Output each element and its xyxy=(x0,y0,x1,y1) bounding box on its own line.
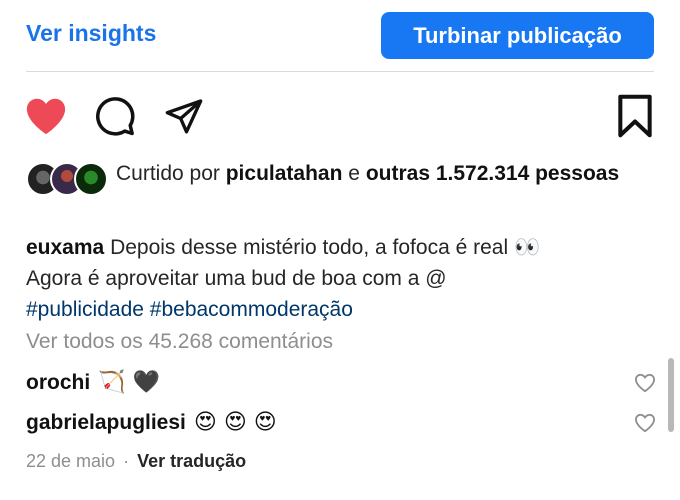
comment-text: 😍 😍 😍 xyxy=(193,410,277,435)
likes-connector: e xyxy=(348,162,360,185)
post-top-bar: Ver insights Turbinar publicação xyxy=(0,0,680,72)
comment-text: 🏹 🖤 xyxy=(98,370,160,395)
comment-username[interactable]: gabrielapugliesi xyxy=(26,411,186,434)
share-icon[interactable] xyxy=(162,96,206,136)
hashtag-link[interactable]: #bebacommoderação xyxy=(150,298,353,321)
boost-post-button[interactable]: Turbinar publicação xyxy=(381,12,654,59)
caption-line-1: euxama Depois desse mistério todo, a fof… xyxy=(26,232,656,263)
post-footer: 22 de maio · Ver tradução xyxy=(26,449,246,473)
comment-icon[interactable] xyxy=(94,95,136,137)
separator-dot: · xyxy=(123,451,130,471)
liker-avatars xyxy=(26,162,108,196)
avatar[interactable] xyxy=(74,162,108,196)
comment-like-icon[interactable] xyxy=(634,373,656,393)
see-translation-link[interactable]: Ver tradução xyxy=(137,451,246,471)
caption-text-2: Agora é aproveitar uma bud de boa com a … xyxy=(26,267,447,290)
caption-username[interactable]: euxama xyxy=(26,236,104,259)
view-all-comments-link[interactable]: Ver todos os 45.268 comentários xyxy=(26,330,333,354)
scrollbar[interactable] xyxy=(668,358,674,432)
post-actions-bar xyxy=(0,92,680,140)
comment-row: gabrielapugliesi 😍 😍 😍 xyxy=(26,406,656,440)
post-date: 22 de maio xyxy=(26,451,116,471)
comment-username[interactable]: orochi xyxy=(26,371,90,394)
divider xyxy=(26,71,654,72)
bookmark-icon[interactable] xyxy=(616,94,654,138)
comment-like-icon[interactable] xyxy=(634,413,656,433)
hashtag-link[interactable]: #publicidade xyxy=(26,298,144,321)
caption-text-1: Depois desse mistério todo, a fofoca é r… xyxy=(110,236,541,259)
likes-others-count[interactable]: outras 1.572.314 pessoas xyxy=(366,162,619,185)
liker-username[interactable]: piculatahan xyxy=(226,162,343,185)
post-caption: euxama Depois desse mistério todo, a fof… xyxy=(26,232,656,325)
caption-hashtags: #publicidade #bebacommoderação xyxy=(26,294,656,325)
heart-icon[interactable] xyxy=(24,96,68,136)
likes-text: Curtido por piculatahan e outras 1.572.3… xyxy=(116,160,656,188)
likes-prefix: Curtido por xyxy=(116,162,220,185)
comment-row: orochi 🏹 🖤 xyxy=(26,366,656,400)
view-insights-link[interactable]: Ver insights xyxy=(26,20,156,47)
